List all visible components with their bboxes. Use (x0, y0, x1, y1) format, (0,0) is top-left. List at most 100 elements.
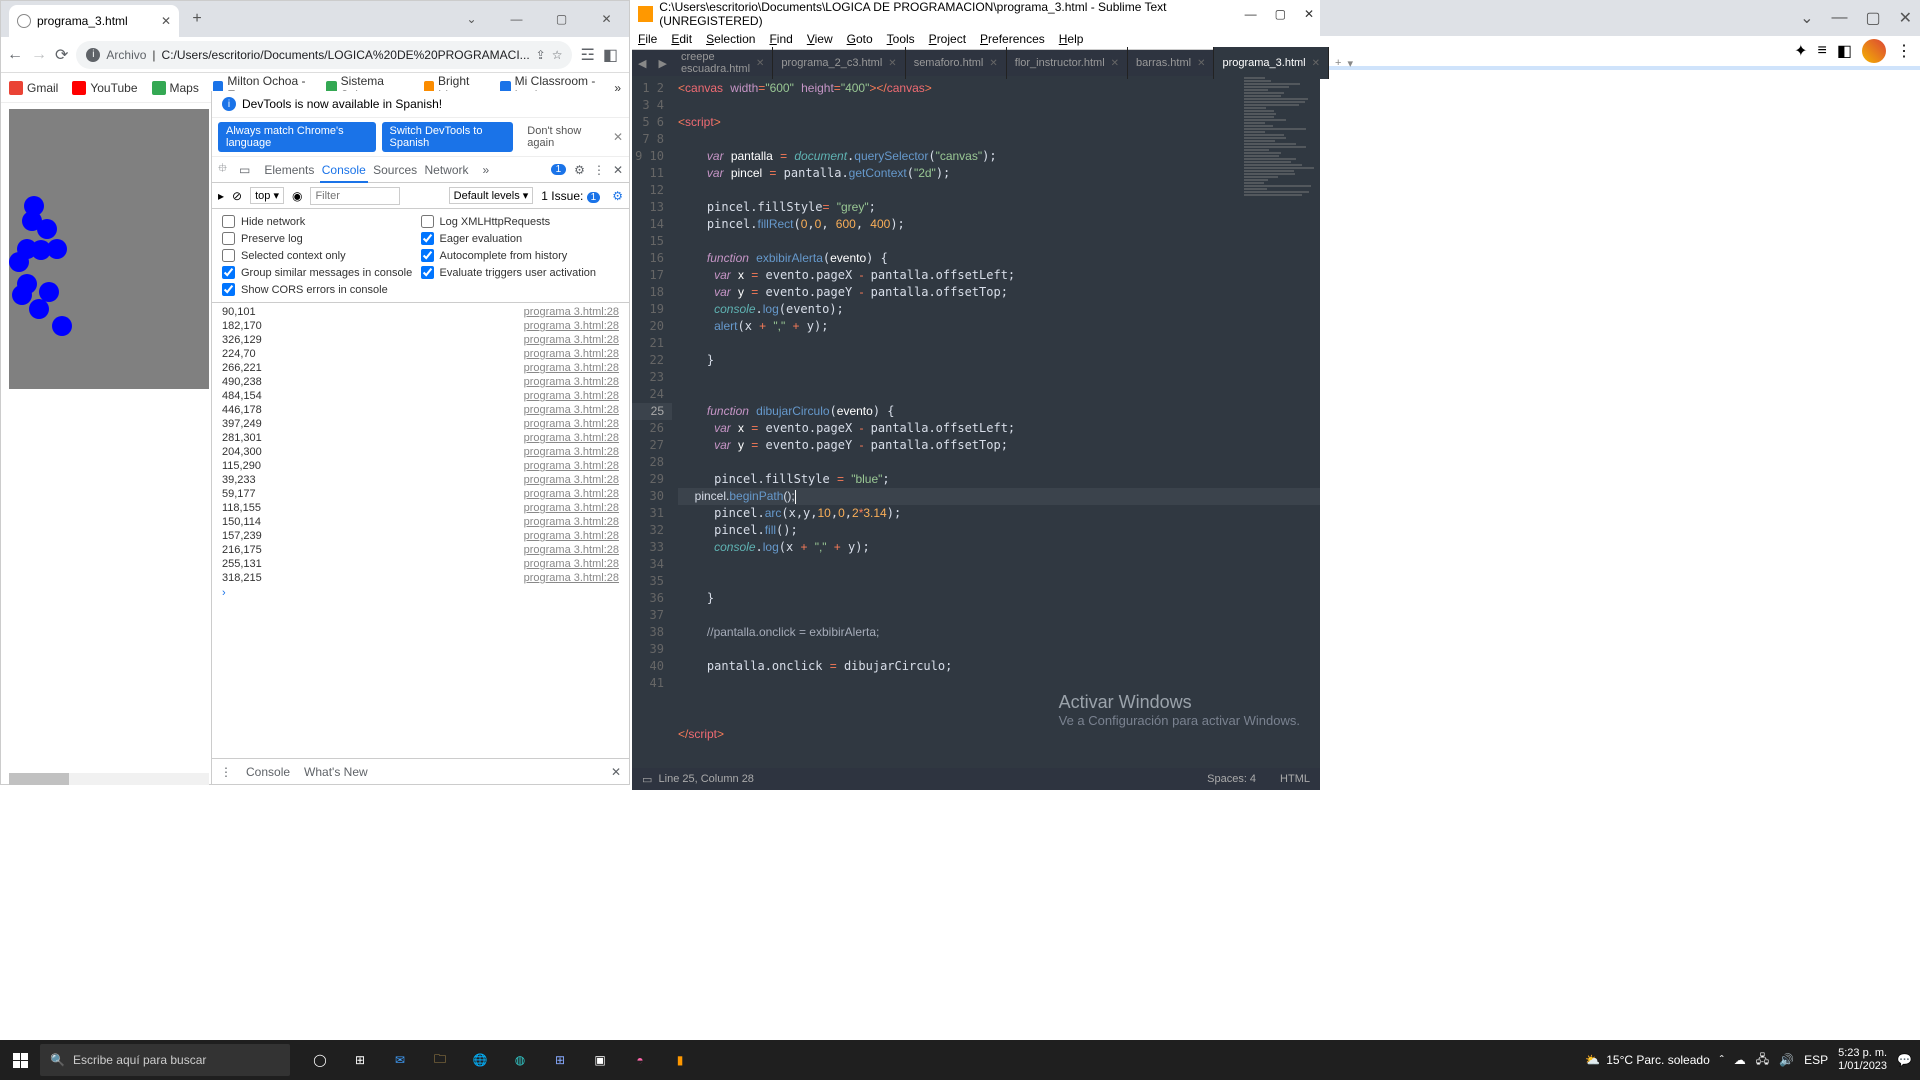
app-icon-2[interactable]: ◓ (620, 1040, 660, 1080)
dont-show-button[interactable]: Don't show again (519, 122, 607, 152)
log-source-link[interactable]: programa 3.html:28 (524, 460, 619, 472)
console-setting[interactable]: Preserve log (222, 232, 421, 245)
share-icon[interactable]: ⇪ (536, 48, 546, 62)
log-source-link[interactable]: programa 3.html:28 (524, 558, 619, 570)
console-setting[interactable]: Autocomplete from history (421, 249, 620, 262)
sublime-minimize-icon[interactable]: — (1245, 7, 1257, 21)
editor-tab[interactable]: programa_2_c3.html✕ (773, 47, 905, 79)
bg-read-icon[interactable]: ≡ (1818, 42, 1827, 60)
language-indicator[interactable]: ESP (1804, 1053, 1828, 1067)
always-match-button[interactable]: Always match Chrome's language (218, 122, 376, 152)
sublime-maximize-icon[interactable]: ▢ (1275, 7, 1286, 21)
context-selector[interactable]: top ▾ (250, 187, 284, 204)
setting-checkbox[interactable] (222, 266, 235, 279)
setting-checkbox[interactable] (421, 249, 434, 262)
log-source-link[interactable]: programa 3.html:28 (524, 544, 619, 556)
log-source-link[interactable]: programa 3.html:28 (524, 334, 619, 346)
taskbar-search[interactable]: 🔍 Escribe aquí para buscar (40, 1044, 290, 1076)
editor-tab[interactable]: programa_3.html✕ (1214, 47, 1329, 79)
menu-goto[interactable]: Goto (847, 32, 873, 46)
drawer-menu-icon[interactable]: ⋮ (220, 765, 232, 779)
editor-tab[interactable]: flor_instructor.html✕ (1007, 47, 1128, 79)
forward-button[interactable]: → (31, 45, 47, 65)
log-source-link[interactable]: programa 3.html:28 (524, 320, 619, 332)
sublime-close-icon[interactable]: ✕ (1304, 7, 1314, 21)
console-setting[interactable]: Hide network (222, 215, 421, 228)
console-prompt[interactable]: › (212, 585, 629, 601)
tab-close-icon[interactable]: ✕ (1111, 58, 1119, 69)
log-source-link[interactable]: programa 3.html:28 (524, 572, 619, 584)
log-source-link[interactable]: programa 3.html:28 (524, 404, 619, 416)
setting-checkbox[interactable] (222, 283, 235, 296)
chrome-maximize-icon[interactable]: ▢ (539, 1, 584, 37)
console-setting[interactable]: Show CORS errors in console (222, 283, 421, 296)
chrome-tab[interactable]: programa_3.html ✕ (9, 5, 179, 37)
notifications-icon[interactable]: 💬 (1897, 1053, 1912, 1067)
log-source-link[interactable]: programa 3.html:28 (524, 474, 619, 486)
log-source-link[interactable]: programa 3.html:28 (524, 530, 619, 542)
log-source-link[interactable]: programa 3.html:28 (524, 502, 619, 514)
cortana-icon[interactable]: ◯ (300, 1040, 340, 1080)
editor-tab[interactable]: creepe escuadra.html✕ (673, 47, 773, 79)
more-tabs-icon[interactable]: » (483, 163, 490, 177)
bg-max-icon[interactable]: ▢ (1865, 8, 1880, 28)
console-sidebar-icon[interactable]: ▸ (218, 189, 224, 203)
readlist-icon[interactable]: ☲ (580, 45, 594, 65)
tab-nav-next-icon[interactable]: ▶ (652, 57, 672, 70)
setting-checkbox[interactable] (421, 266, 434, 279)
address-bar[interactable]: i Archivo | C:/Users/escritorio/Document… (76, 41, 572, 69)
log-source-link[interactable]: programa 3.html:28 (524, 390, 619, 402)
setting-checkbox[interactable] (222, 215, 235, 228)
bookmark-item[interactable]: Gmail (9, 81, 58, 95)
log-source-link[interactable]: programa 3.html:28 (524, 432, 619, 444)
console-setting[interactable]: Evaluate triggers user activation (421, 266, 620, 279)
log-source-link[interactable]: programa 3.html:28 (524, 306, 619, 318)
inspect-icon[interactable]: ⯐ (218, 159, 227, 180)
devtools-close-icon[interactable]: ✕ (613, 163, 623, 177)
setting-checkbox[interactable] (222, 232, 235, 245)
bg-avatar[interactable] (1862, 39, 1886, 63)
menu-edit[interactable]: Edit (671, 32, 692, 46)
menu-tools[interactable]: Tools (887, 32, 915, 46)
device-icon[interactable]: ▭ (239, 163, 250, 177)
tab-nav-prev-icon[interactable]: ◀ (632, 57, 652, 70)
status-syntax[interactable]: HTML (1280, 773, 1310, 785)
chrome-close-icon[interactable]: ✕ (584, 1, 629, 37)
tab-add-icon[interactable]: + (1335, 57, 1341, 70)
chrome-minimize-icon[interactable]: — (494, 1, 539, 37)
onedrive-icon[interactable]: ☁ (1734, 1053, 1746, 1067)
edge-app-icon[interactable]: ◍ (500, 1040, 540, 1080)
tab-close-icon[interactable]: ✕ (1312, 58, 1320, 69)
log-source-link[interactable]: programa 3.html:28 (524, 362, 619, 374)
bg-close-icon[interactable]: ✕ (1899, 8, 1912, 28)
app-icon-1[interactable]: ▣ (580, 1040, 620, 1080)
filter-input[interactable] (310, 187, 400, 205)
setting-checkbox[interactable] (421, 232, 434, 245)
tab-close-icon[interactable]: ✕ (161, 14, 171, 28)
editor-tab[interactable]: semaforo.html✕ (906, 47, 1007, 79)
menu-find[interactable]: Find (769, 32, 792, 46)
console-setting[interactable]: Eager evaluation (421, 232, 620, 245)
network-icon[interactable]: 🖧 (1756, 1050, 1769, 1071)
new-tab-button[interactable]: + (183, 5, 211, 33)
banner-close-icon[interactable]: ✕ (613, 130, 623, 144)
store-icon[interactable]: ⊞ (540, 1040, 580, 1080)
devtools-menu-icon[interactable]: ⋮ (593, 163, 605, 177)
log-source-link[interactable]: programa 3.html:28 (524, 376, 619, 388)
issues-link[interactable]: 1 Issue: 1 (541, 189, 600, 203)
chrome-chevron-icon[interactable]: ⌄ (449, 1, 494, 37)
switch-lang-button[interactable]: Switch DevTools to Spanish (382, 122, 514, 152)
log-source-link[interactable]: programa 3.html:28 (524, 488, 619, 500)
tab-dropdown-icon[interactable]: ▾ (1347, 57, 1353, 70)
console-settings-icon[interactable]: ⚙ (612, 189, 623, 203)
log-source-link[interactable]: programa 3.html:28 (524, 516, 619, 528)
tab-close-icon[interactable]: ✕ (989, 58, 997, 69)
bg-menu-icon[interactable]: ⋮ (1896, 41, 1912, 61)
tab-close-icon[interactable]: ✕ (888, 58, 896, 69)
status-rect-icon[interactable]: ▭ (642, 773, 652, 786)
setting-checkbox[interactable] (421, 215, 434, 228)
mail-app-icon[interactable]: ✉ (380, 1040, 420, 1080)
devtools-tab-sources[interactable]: Sources (371, 159, 419, 181)
drawer-tab-console[interactable]: Console (246, 765, 290, 779)
clear-console-icon[interactable]: ⊘ (232, 189, 242, 203)
